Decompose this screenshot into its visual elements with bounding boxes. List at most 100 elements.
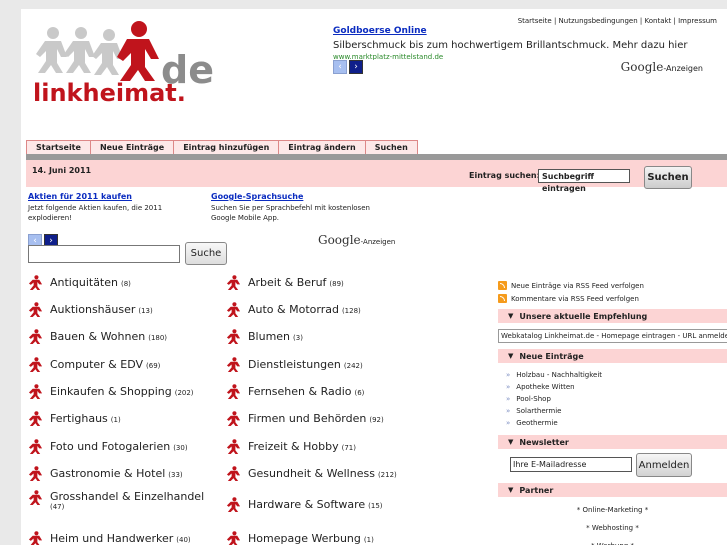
category-item[interactable]: Dienstleistungen (242): [226, 357, 363, 372]
category-count: (202): [174, 389, 194, 397]
secondary-ad-1: Aktien für 2011 kaufen Jetzt folgende Ak…: [28, 192, 203, 223]
category-text: Computer & EDV (69): [50, 358, 160, 371]
running-man-icon: [28, 329, 43, 344]
category-item[interactable]: Freizeit & Hobby (71): [226, 439, 356, 454]
category-name: Hardware & Software: [248, 498, 366, 511]
page: de linkheimat. Startseite | Nutzungsbedi…: [21, 9, 727, 545]
category-count: (71): [341, 444, 356, 452]
category-name: Fertighaus: [50, 412, 108, 425]
category-name: Grosshandel & Einzelhandel: [50, 490, 205, 503]
list-item[interactable]: » Apotheke Witten: [498, 381, 727, 393]
category-item[interactable]: Computer & EDV (69): [28, 357, 160, 372]
tab-eintrag-aendern[interactable]: Eintrag ändern: [278, 140, 366, 154]
category-count: (1): [110, 416, 121, 424]
google-ads-label[interactable]: Google-Anzeigen: [318, 233, 395, 247]
running-man-icon: [28, 275, 43, 290]
partner-link[interactable]: * Webhosting *: [498, 519, 727, 537]
category-item[interactable]: Firmen und Behörden (92): [226, 411, 384, 426]
list-item[interactable]: » Solarthermie: [498, 405, 727, 417]
category-item[interactable]: Foto und Fotogalerien (30): [28, 439, 188, 454]
category-count: (13): [138, 307, 153, 315]
list-item[interactable]: » Geothermie: [498, 417, 727, 429]
newsletter-form: Ihre E-Mailadresse Anmelden: [498, 449, 727, 479]
category-item[interactable]: Grosshandel & Einzelhandel (47): [28, 490, 204, 511]
partner-title: Partner: [519, 485, 554, 495]
running-man-icon: [226, 497, 241, 512]
category-text: Gastronomie & Hotel (33): [50, 467, 183, 480]
partner-link[interactable]: * Werbung *: [498, 537, 727, 545]
list-item[interactable]: » Holzbau - Nachhaltigkeit: [498, 369, 727, 381]
category-item[interactable]: Auto & Motorrad (128): [226, 302, 361, 317]
category-search-button[interactable]: Suche: [185, 242, 227, 265]
running-man-icon: [226, 275, 241, 290]
top-links[interactable]: Startseite | Nutzungsbedingungen | Konta…: [518, 17, 717, 25]
category-item[interactable]: Bauen & Wohnen (180): [28, 329, 167, 344]
entry-search-button[interactable]: Suchen: [644, 166, 692, 189]
category-item[interactable]: Gastronomie & Hotel (33): [28, 466, 183, 481]
newsletter-submit-button[interactable]: Anmelden: [636, 453, 692, 477]
running-man-icon: [28, 439, 43, 454]
secondary-ad-text[interactable]: Suchen Sie per Sprachbefehl mit kostenlo…: [211, 203, 386, 223]
newsletter-header[interactable]: ▼ Newsletter: [498, 435, 727, 449]
empfehlung-field[interactable]: Webkatalog Linkheimat.de - Homepage eint…: [498, 329, 727, 343]
category-text: Dienstleistungen (242): [248, 358, 363, 371]
tab-startseite[interactable]: Startseite: [26, 140, 91, 154]
top-ad-url[interactable]: www.marktplatz-mittelstand.de: [333, 53, 703, 60]
category-text: Gesundheit & Wellness (212): [248, 467, 397, 480]
top-ad-title[interactable]: Goldboerse Online: [333, 26, 703, 36]
bullet-icon: »: [506, 371, 511, 379]
running-man-icon: [226, 531, 241, 545]
google-logo: Google: [620, 60, 664, 74]
secondary-ad-text[interactable]: Jetzt folgende Aktien kaufen, die 2011 e…: [28, 203, 203, 223]
tab-neue-eintraege[interactable]: Neue Einträge: [89, 140, 175, 154]
category-search-input[interactable]: [28, 245, 180, 263]
secondary-ad-2: Google-Sprachsuche Suchen Sie per Sprach…: [211, 192, 386, 223]
entry-search-input[interactable]: Suchbegriff eintragen: [538, 169, 630, 193]
neue-eintraege-title: Neue Einträge: [519, 351, 584, 361]
category-count: (30): [173, 444, 188, 452]
site-logo[interactable]: de linkheimat.: [31, 19, 241, 104]
category-item[interactable]: Gesundheit & Wellness (212): [226, 466, 397, 481]
category-item[interactable]: Blumen (3): [226, 329, 303, 344]
category-item[interactable]: Fertighaus (1): [28, 411, 121, 426]
triangle-down-icon: ▼: [508, 486, 514, 494]
tab-suchen[interactable]: Suchen: [364, 140, 418, 154]
category-text: Foto und Fotogalerien (30): [50, 440, 188, 453]
secondary-ad-title[interactable]: Aktien für 2011 kaufen: [28, 192, 203, 201]
top-ad-text[interactable]: Silberschmuck bis zum hochwertigem Brill…: [333, 40, 703, 51]
tab-eintrag-hinzufuegen[interactable]: Eintrag hinzufügen: [173, 140, 280, 154]
current-date: 14. Juni 2011: [32, 166, 92, 175]
category-item[interactable]: Hardware & Software (15): [226, 497, 383, 512]
next-arrow-icon[interactable]: ›: [349, 60, 363, 74]
running-man-icon: [226, 411, 241, 426]
category-item[interactable]: Antiquitäten (8): [28, 275, 131, 290]
running-man-icon: [28, 357, 43, 372]
category-item[interactable]: Heim und Handwerker (40): [28, 531, 191, 545]
running-man-icon: [28, 411, 43, 426]
category-item[interactable]: Einkaufen & Shopping (202): [28, 384, 194, 399]
rss-entries-link[interactable]: Neue Einträge via RSS Feed verfolgen: [498, 281, 727, 290]
category-text: Hardware & Software (15): [248, 498, 383, 511]
neue-eintraege-header[interactable]: ▼ Neue Einträge: [498, 349, 727, 363]
list-item[interactable]: » Pool-Shop: [498, 393, 727, 405]
category-count: (212): [377, 471, 397, 479]
partner-header[interactable]: ▼ Partner: [498, 483, 727, 497]
category-text: Auktionshäuser (13): [50, 303, 153, 316]
category-count: (40): [176, 536, 191, 544]
category-item[interactable]: Auktionshäuser (13): [28, 302, 153, 317]
category-item[interactable]: Arbeit & Beruf (89): [226, 275, 344, 290]
category-name: Fernsehen & Radio: [248, 385, 352, 398]
top-ad: Goldboerse Online Silberschmuck bis zum …: [333, 26, 703, 74]
partner-link[interactable]: * Online-Marketing *: [498, 501, 727, 519]
newsletter-email-input[interactable]: Ihre E-Mailadresse: [510, 457, 632, 472]
google-ads-label[interactable]: Google-Anzeigen: [621, 60, 703, 74]
category-name: Homepage Werbung: [248, 532, 361, 545]
svg-text:linkheimat.: linkheimat.: [33, 79, 186, 104]
secondary-ad-title[interactable]: Google-Sprachsuche: [211, 192, 386, 201]
rss-comments-link[interactable]: Kommentare via RSS Feed verfolgen: [498, 294, 727, 303]
empfehlung-header[interactable]: ▼ Unsere aktuelle Empfehlung: [498, 309, 727, 323]
category-item[interactable]: Homepage Werbung (1): [226, 531, 374, 545]
category-count: (1): [363, 536, 374, 544]
category-item[interactable]: Fernsehen & Radio (6): [226, 384, 364, 399]
prev-arrow-icon[interactable]: ‹: [333, 60, 347, 74]
